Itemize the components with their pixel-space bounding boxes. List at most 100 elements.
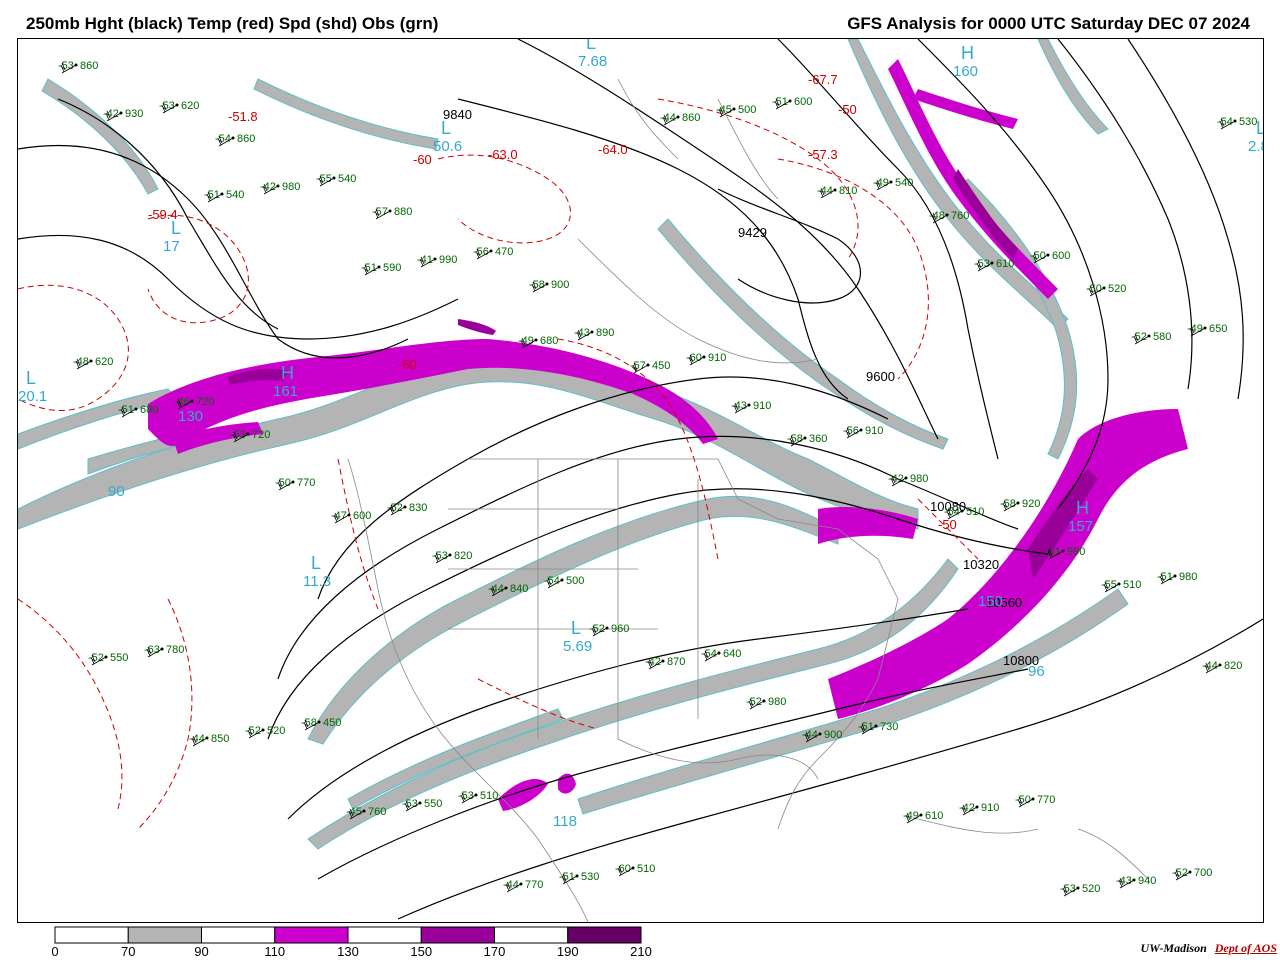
temp-label: -51.8 [228, 109, 258, 124]
obs-temp: -54 [701, 648, 717, 660]
station-obs: -53 860 [58, 60, 98, 74]
obs-height: 820 [1224, 660, 1242, 672]
station-obs: -50 520 [1086, 283, 1126, 297]
station-obs: -49 540 [873, 177, 913, 191]
obs-temp: -51 [361, 262, 377, 274]
obs-height: 520 [267, 725, 285, 737]
obs-height: 450 [652, 360, 670, 372]
station-obs: -55 540 [316, 173, 356, 187]
station-obs: -58 900 [529, 279, 569, 293]
station-obs: -53 820 [432, 550, 472, 564]
station-obs: -55 510 [1101, 579, 1141, 593]
obs-temp: -58 [787, 433, 803, 445]
station-obs: -58 360 [787, 433, 827, 447]
obs-height: 930 [125, 108, 143, 120]
obs-height: 580 [1153, 331, 1171, 343]
obs-height: 530 [581, 871, 599, 883]
obs-temp: -48 [929, 210, 945, 222]
obs-height: 980 [910, 473, 928, 485]
obs-height: 540 [226, 189, 244, 201]
colorbar-segment [127, 926, 202, 944]
station-obs: -42 870 [645, 656, 685, 670]
obs-height: 840 [510, 583, 528, 595]
obs-temp: -60 [686, 352, 702, 364]
obs-temp: -53 [402, 798, 418, 810]
obs-temp: -49 [1187, 323, 1203, 335]
temp-label: -50 [938, 517, 957, 532]
height-label: 10320 [963, 557, 999, 572]
obs-height: 540 [338, 173, 356, 185]
valid-time-label: GFS Analysis for 0000 UTC Saturday DEC 0… [847, 14, 1250, 33]
obs-height: 870 [667, 656, 685, 668]
obs-height: 990 [1067, 546, 1085, 558]
obs-height: 720 [252, 429, 270, 441]
colorbar-segment [274, 926, 349, 944]
station-obs: -42 980 [260, 181, 300, 195]
station-obs: -54 860 [215, 133, 255, 147]
station-obs: -44 820 [1202, 660, 1242, 674]
obs-height: 760 [951, 210, 969, 222]
obs-temp: -49 [873, 177, 889, 189]
station-obs: -52 550 [88, 652, 128, 666]
weather-map: 9840 9429 9600 10080 10320 10560 10800 -50 -60-… [17, 38, 1264, 923]
obs-temp: -55 [1101, 579, 1117, 591]
station-obs: -51 530 [559, 871, 599, 885]
obs-height: 680 [540, 335, 558, 347]
extremum-value: 5.69 [563, 638, 592, 655]
obs-temp: -45 [346, 806, 362, 818]
extremum-value: 161 [273, 383, 298, 400]
obs-height: 520 [1108, 283, 1126, 295]
obs-height: 980 [282, 181, 300, 193]
extremum-letter: L [571, 618, 581, 638]
station-obs: -57 880 [372, 206, 412, 220]
obs-height: 640 [723, 648, 741, 660]
obs-temp: -53 [458, 790, 474, 802]
extremum-letter: H [961, 43, 974, 63]
obs-temp: -51 [1157, 571, 1173, 583]
map-canvas: 98409429960010080103201056010800 -50-60-… [18, 39, 1263, 922]
station-obs: -42 930 [103, 108, 143, 122]
obs-height: 720 [196, 396, 214, 408]
obs-temp: -53 [432, 550, 448, 562]
obs-height: 540 [895, 177, 913, 189]
station-obs: -42 980 [888, 473, 928, 487]
station-obs: -43 910 [731, 400, 771, 414]
obs-temp: -44 [1202, 660, 1218, 672]
obs-temp: -50 [275, 477, 291, 489]
obs-temp: -56 [843, 425, 859, 437]
colorbar-segment [567, 926, 642, 944]
obs-temp: -53 [974, 258, 990, 270]
obs-temp: -55 [316, 173, 332, 185]
obs-temp: -54 [544, 575, 560, 587]
obs-height: 780 [166, 644, 184, 656]
extremum-letter: H [281, 363, 294, 383]
extremum-value: 130 [178, 408, 203, 425]
obs-temp: -42 [645, 656, 661, 668]
station-obs: -42 910 [959, 802, 999, 816]
obs-temp: -52 [746, 696, 762, 708]
obs-height: 600 [1052, 250, 1070, 262]
obs-temp: -54 [1217, 116, 1233, 128]
obs-temp: -58 [301, 717, 317, 729]
obs-height: 860 [80, 60, 98, 72]
obs-temp: -51 [858, 721, 874, 733]
station-obs: -57 450 [630, 360, 670, 374]
station-obs: -45 500 [716, 104, 756, 118]
station-obs: -50 600 [1030, 250, 1070, 264]
station-obs: -56 910 [843, 425, 883, 439]
obs-height: 500 [566, 575, 584, 587]
station-obs: -49 650 [1187, 323, 1227, 337]
station-obs: -52 580 [1131, 331, 1171, 345]
extremum-value: 20.1 [18, 388, 47, 405]
obs-temp: -58 [529, 279, 545, 291]
obs-height: 940 [1138, 875, 1156, 887]
station-obs: -52 520 [245, 725, 285, 739]
obs-height: 860 [682, 112, 700, 124]
colorbar-segment [494, 926, 569, 944]
extremum-value: 7.68 [578, 53, 607, 70]
obs-temp: -52 [88, 652, 104, 664]
obs-temp: -48 [73, 356, 89, 368]
extremum-value: 17 [163, 238, 180, 255]
obs-height: 360 [809, 433, 827, 445]
extremum-letter: L [586, 39, 596, 53]
